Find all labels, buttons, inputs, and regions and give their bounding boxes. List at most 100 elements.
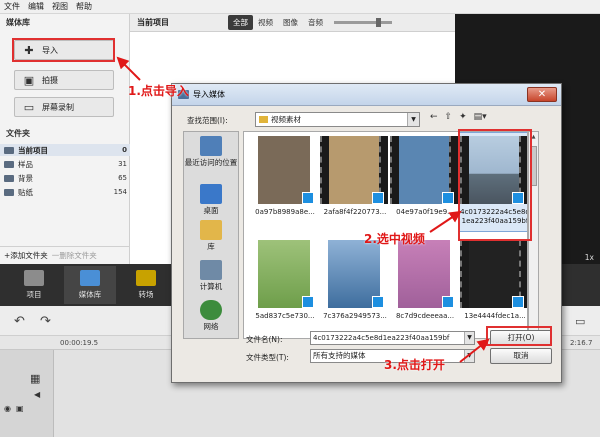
folder-icon — [4, 174, 14, 182]
folder-count: 31 — [118, 160, 127, 168]
folder-item-backgrounds[interactable]: 背景 65 — [0, 172, 130, 184]
up-folder-icon[interactable]: ⇧ — [445, 112, 453, 122]
dialog-title: 导入媒体 — [193, 90, 225, 99]
chevron-down-icon[interactable]: ▼ — [464, 350, 474, 362]
undo-icon[interactable]: ↶ — [14, 314, 25, 329]
place-label: 库 — [207, 242, 215, 251]
folder-icon — [4, 146, 14, 154]
highlight-selected-video — [458, 129, 532, 241]
file-name-input[interactable]: 4c0173222a4c5e8d1ea223f40aa159bf ▼ — [310, 331, 475, 345]
folder-icon — [4, 188, 14, 196]
file-name: 13e4444fdec1a... — [464, 312, 526, 320]
place-library[interactable]: 库 — [184, 220, 238, 251]
look-in-dropdown[interactable]: 视频素材 ▼ — [255, 112, 420, 127]
add-folder-button[interactable]: +添加文件夹 — [4, 250, 48, 261]
mode-tab-transitions[interactable]: 转场 — [120, 266, 172, 304]
ruler-time-end: 2:16.7 — [570, 339, 593, 347]
film-strip-icon — [390, 136, 399, 204]
folder-count: 0 — [122, 146, 127, 154]
video-file-icon — [442, 192, 454, 204]
filter-tab-video[interactable]: 视频 — [253, 15, 278, 30]
folder-actions: +添加文件夹 一删除文件夹 — [0, 246, 130, 264]
file-name: 8c7d9cdeeeaa... — [395, 312, 455, 320]
monitor-settings-icon[interactable]: ▭ — [575, 315, 585, 328]
new-folder-icon[interactable]: ✦ — [459, 112, 467, 122]
place-label: 计算机 — [199, 282, 223, 291]
thumbnail-size-slider[interactable] — [334, 18, 392, 27]
dialog-title-bar: 导入媒体 ✕ — [172, 84, 561, 106]
mode-tab-media-library[interactable]: 媒体库 — [64, 266, 116, 304]
place-computer[interactable]: 计算机 — [184, 260, 238, 291]
look-in-value: 视频素材 — [271, 115, 301, 124]
screen-record-label: 屏幕录制 — [42, 102, 74, 112]
project-icon — [24, 270, 44, 286]
file-type-label: 文件类型(T): — [246, 353, 289, 362]
transition-icon — [136, 270, 156, 286]
place-label: 网络 — [203, 322, 219, 331]
file-name: 0a97b8989a8e... — [255, 208, 315, 216]
menu-view[interactable]: 视图 — [52, 1, 68, 12]
recent-places-icon — [200, 136, 222, 156]
visibility-icon[interactable]: ◉ — [4, 404, 11, 413]
camera-icon: ▣ — [23, 73, 35, 87]
close-button[interactable]: ✕ — [527, 87, 557, 102]
menu-help[interactable]: 帮助 — [76, 1, 92, 12]
lock-icon[interactable]: ▣ — [16, 404, 24, 413]
audio-track-icon: ◀ — [34, 390, 41, 399]
slider-knob[interactable] — [376, 18, 381, 27]
back-icon[interactable]: ← — [430, 112, 438, 122]
chevron-down-icon[interactable]: ▼ — [407, 113, 419, 126]
mode-tab-label: 转场 — [138, 290, 154, 299]
filter-tab-audio[interactable]: 音频 — [303, 15, 328, 30]
redo-icon[interactable]: ↷ — [40, 314, 51, 329]
place-recent[interactable]: 最近访问的位置 — [184, 136, 238, 167]
place-desktop[interactable]: 桌面 — [184, 184, 238, 215]
file-name-value: 4c0173222a4c5e8d1ea223f40aa159bf — [313, 334, 450, 342]
place-label: 最近访问的位置 — [184, 158, 238, 167]
look-in-label: 查找范围(I): — [187, 116, 228, 125]
folder-item-current-project[interactable]: 当前项目 0 — [0, 144, 130, 156]
computer-icon — [200, 260, 222, 280]
screen-record-button[interactable]: ▭ 屏幕录制 — [14, 97, 114, 117]
file-name-label: 文件名(N): — [246, 335, 283, 344]
dialog-nav-toolbar: ← ⇧ ✦ ▤▾ — [430, 112, 487, 122]
video-file-icon — [372, 192, 384, 204]
annotation-step-3: 3.点击打开 — [384, 358, 445, 372]
folder-item-stickers[interactable]: 贴纸 154 — [0, 186, 130, 198]
file-type-value: 所有支持的媒体 — [313, 351, 366, 360]
folders-title: 文件夹 — [6, 129, 30, 138]
annotation-step-2: 2.选中视频 — [364, 232, 425, 246]
media-library-title: 媒体库 — [6, 18, 30, 27]
folder-item-samples[interactable]: 样品 31 — [0, 158, 130, 170]
folder-name: 样品 — [18, 159, 33, 169]
film-strip-icon — [460, 240, 469, 308]
file-name: 5ad837c5e730... — [255, 312, 315, 320]
film-icon — [80, 270, 100, 286]
delete-folder-button[interactable]: 一删除文件夹 — [52, 250, 97, 261]
menu-edit[interactable]: 编辑 — [28, 1, 44, 12]
record-button[interactable]: ▣ 拍摄 — [14, 70, 114, 90]
filter-tab-image[interactable]: 图像 — [278, 15, 303, 30]
folder-name: 背景 — [18, 173, 33, 183]
video-file-icon — [442, 296, 454, 308]
content-header: 当前项目 全部 视频 图像 音频 — [130, 14, 455, 32]
view-menu-icon[interactable]: ▤▾ — [474, 112, 487, 122]
network-icon — [200, 300, 222, 320]
menu-bar: 文件 编辑 视图 帮助 — [0, 0, 600, 14]
mode-tab-project[interactable]: 项目 — [8, 266, 60, 304]
mode-tab-label: 项目 — [26, 290, 42, 299]
menu-file[interactable]: 文件 — [4, 1, 20, 12]
cancel-button[interactable]: 取消 — [490, 348, 552, 364]
chevron-down-icon[interactable]: ▼ — [464, 332, 474, 344]
file-name: 04e97a0f19e9... — [396, 208, 454, 216]
places-bar: 最近访问的位置 桌面 库 计算机 网络 — [183, 131, 239, 339]
folder-count: 65 — [118, 174, 127, 182]
folder-count: 154 — [113, 188, 127, 196]
mode-tab-label: 媒体库 — [78, 290, 102, 299]
playback-speed[interactable]: 1x — [585, 253, 594, 262]
filter-tab-all[interactable]: 全部 — [228, 15, 253, 30]
ruler-time-start: 00:00:19.5 — [60, 339, 99, 347]
folder-name: 当前项目 — [18, 145, 48, 155]
file-name: 7c376a2949573... — [323, 312, 387, 320]
place-network[interactable]: 网络 — [184, 300, 238, 331]
